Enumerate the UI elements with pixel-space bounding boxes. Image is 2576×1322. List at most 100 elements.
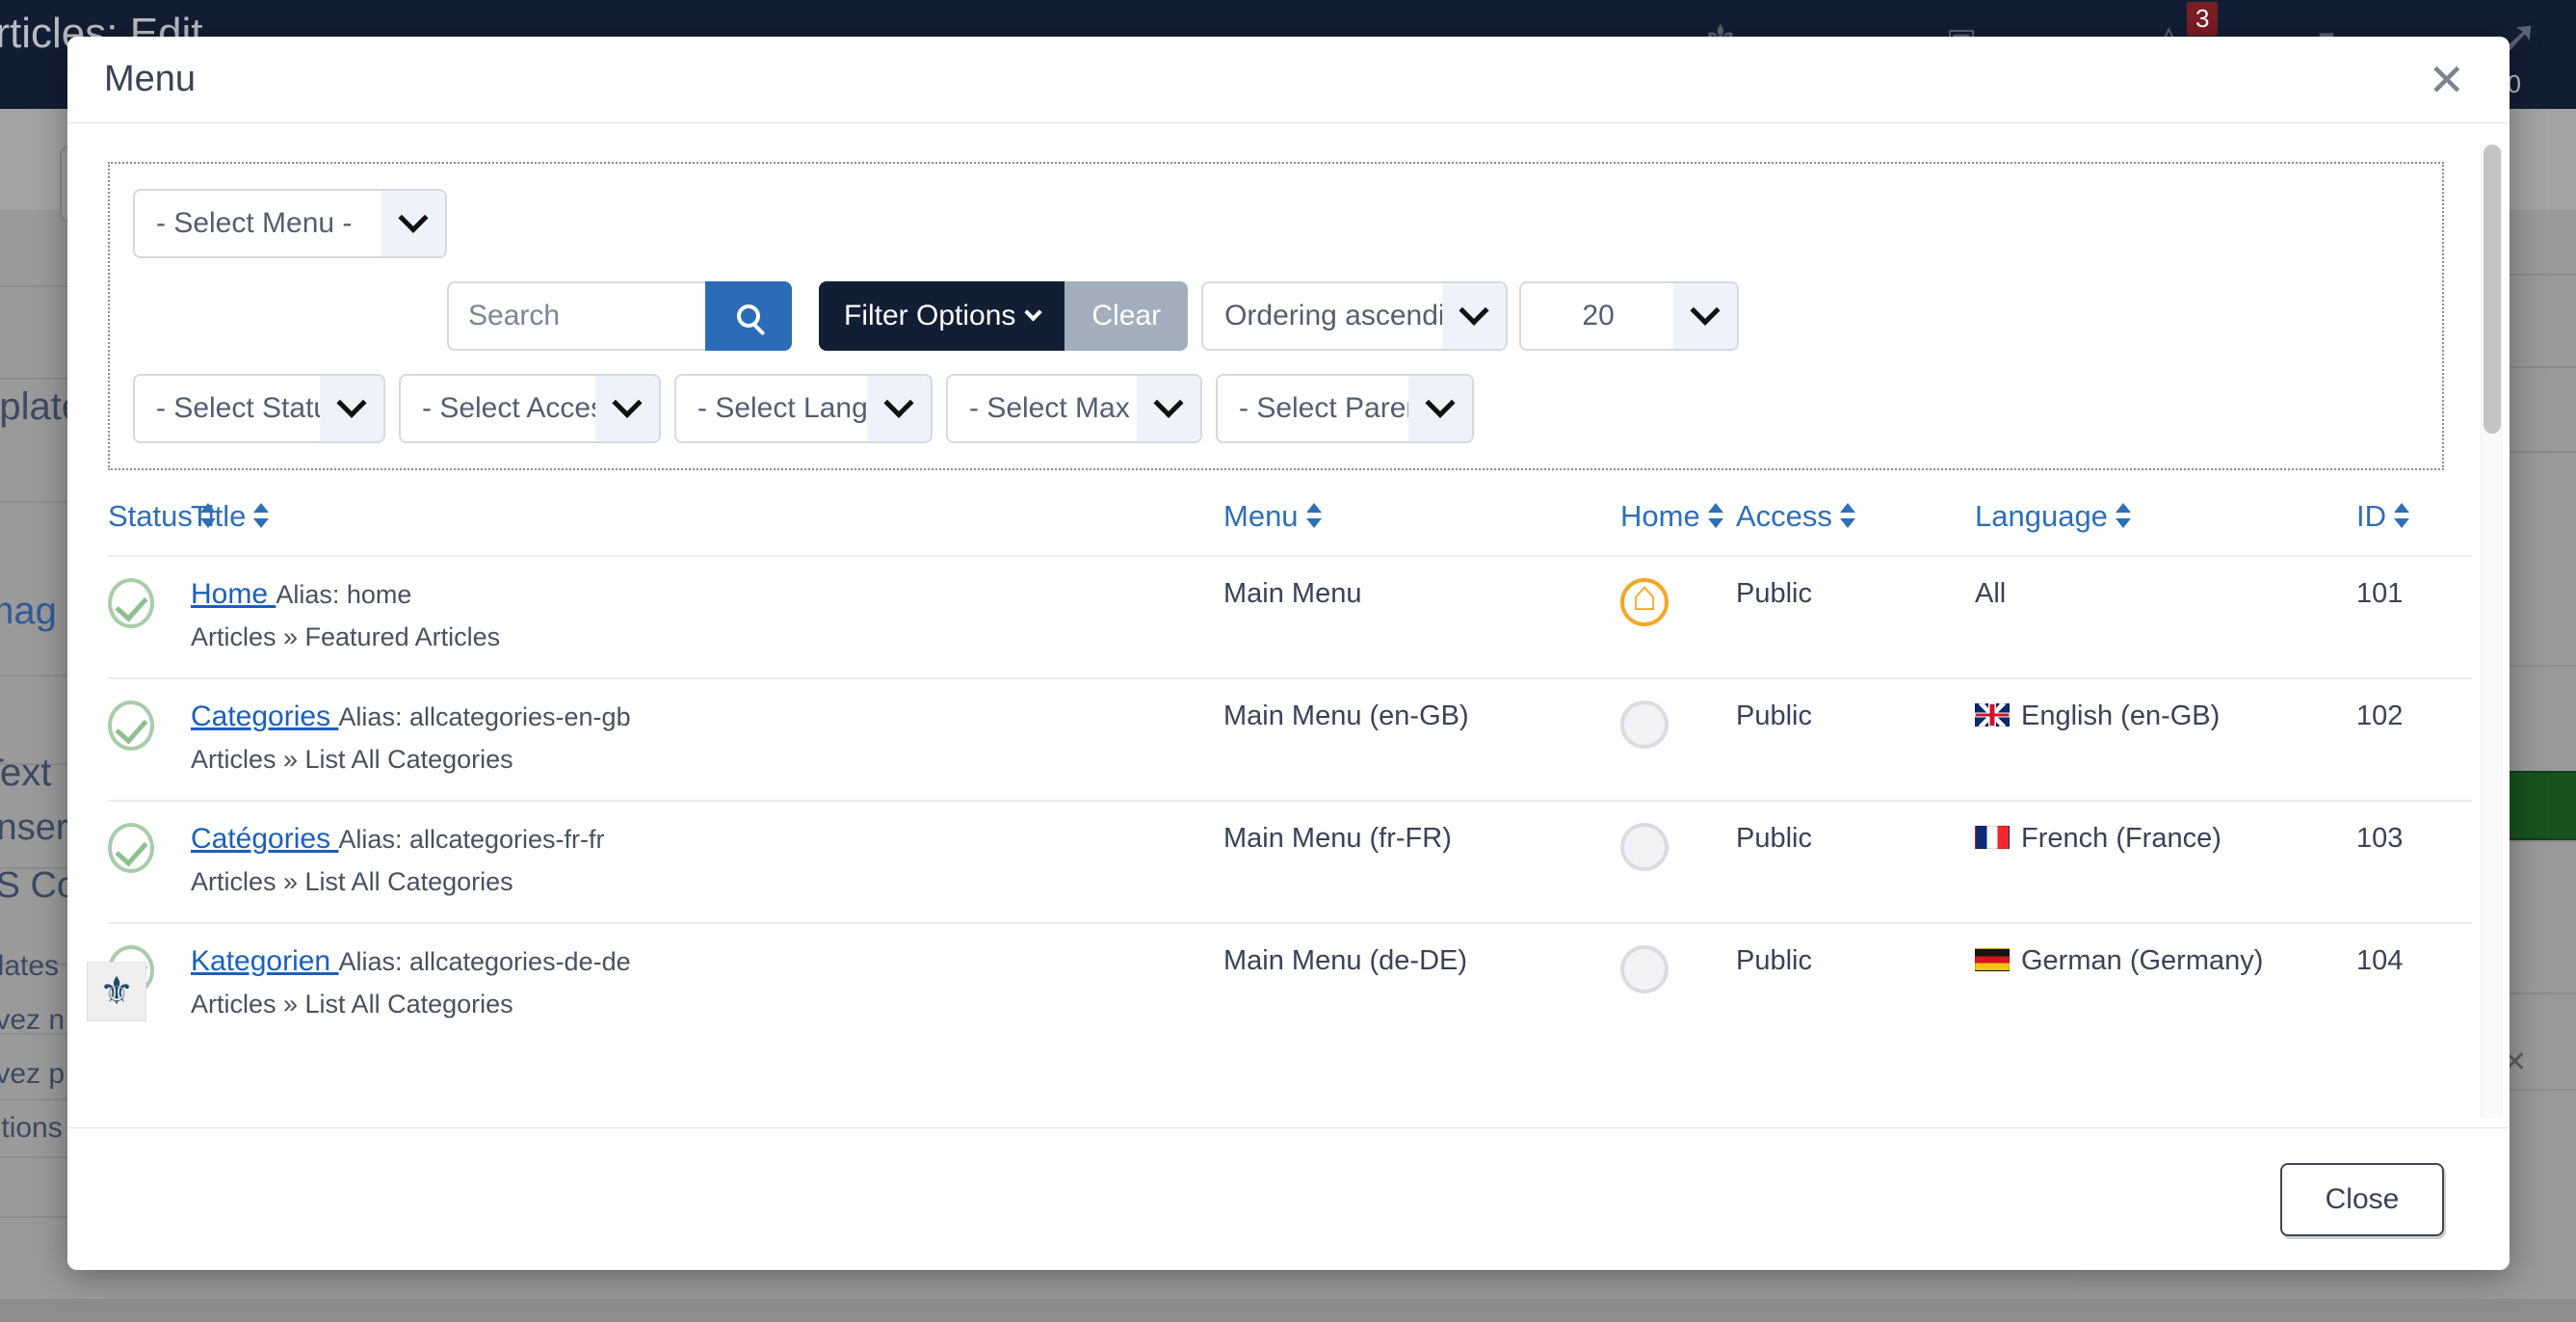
home-icon-inactive[interactable] (1620, 945, 1669, 993)
status-published-icon[interactable] (108, 578, 154, 628)
close-button[interactable]: Close (2280, 1162, 2444, 1236)
modal-body: - Select Menu - Filter Options (67, 123, 2510, 1127)
admin-bg-label-cms: MS Co (0, 865, 78, 906)
column-label: ID (2356, 499, 2386, 533)
cell-id: 101 (2356, 555, 2472, 678)
item-id: 101 (2356, 578, 2404, 609)
table-row: Categories Alias: allcategories-en-gb Art… (108, 677, 2472, 801)
admin-bg-label-text: Text (0, 752, 52, 794)
menu-item-link[interactable]: Home (191, 578, 276, 610)
chevron-down-icon (1137, 376, 1200, 441)
home-icon-active[interactable] (1620, 572, 1669, 626)
column-label: Title (191, 499, 247, 533)
parent-menu-select[interactable]: - Select Parent Menu (1216, 374, 1474, 443)
table-row: Kategorien Alias: allcategories-de-de Art… (108, 922, 2472, 1044)
home-icon-inactive[interactable] (1620, 701, 1669, 749)
modal-scrollbar-thumb[interactable] (2484, 145, 2501, 434)
sort-icon (2115, 501, 2131, 530)
status-published-icon[interactable] (108, 823, 154, 873)
menu-name: Main Menu (1223, 578, 1362, 609)
item-id: 102 (2356, 701, 2404, 731)
menu-item-path: Articles » Featured Articles (191, 622, 501, 651)
clear-button[interactable]: Clear (1065, 281, 1189, 351)
column-header-status[interactable]: Status (108, 488, 216, 556)
cell-access: Public (1736, 555, 1975, 678)
ordering-select[interactable]: Ordering ascending (1201, 281, 1509, 351)
cell-id: 102 (2356, 677, 2472, 801)
access-select[interactable]: - Select Access - (399, 374, 661, 443)
search-group (447, 281, 792, 351)
home-icon-inactive[interactable] (1620, 823, 1669, 871)
column-header-menu[interactable]: Menu (1223, 488, 1620, 556)
menu-item-link[interactable]: Kategorien (191, 945, 338, 977)
menu-item-path: Articles » List All Categories (191, 990, 513, 1018)
status-select-value: - Select Status - (156, 392, 320, 424)
modal-scrollbar[interactable] (2481, 145, 2502, 1118)
cell-menu: Main Menu (en-GB) (1223, 677, 1620, 801)
cell-status (108, 555, 191, 678)
chevron-down-icon (381, 191, 445, 256)
cell-title: Kategorien Alias: allcategories-de-de Art… (191, 922, 1223, 1044)
filter-options-button[interactable]: Filter Options (819, 281, 1065, 351)
list-limit-select[interactable]: 20 (1519, 281, 1740, 351)
max-levels-select[interactable]: - Select Max Levels (946, 374, 1202, 443)
chevron-down-icon (320, 376, 383, 441)
column-header-access[interactable]: Access (1736, 488, 1975, 556)
flag-icon-de (1975, 948, 2010, 971)
modal-header: Menu ✕ (67, 37, 2510, 123)
column-header-language[interactable]: Language (1975, 488, 2356, 556)
status-select[interactable]: - Select Status - (133, 374, 385, 443)
admin-bg-label-insert: Inser (0, 807, 68, 848)
cell-access: Public (1736, 677, 1975, 801)
language-select-value: - Select Language - (697, 392, 867, 424)
cell-language: French (France) (1975, 800, 2356, 923)
menu-select[interactable]: - Select Menu - (133, 189, 447, 258)
cell-title: Home Alias: home Articles » Featured Arti… (191, 555, 1223, 678)
column-header-home[interactable]: Home (1620, 488, 1736, 556)
status-published-icon[interactable] (108, 701, 154, 751)
close-icon[interactable]: ✕ (2422, 58, 2471, 102)
search-button[interactable] (705, 281, 792, 351)
cell-title: Catégories Alias: allcategories-fr-fr Art… (191, 800, 1223, 923)
menu-item-link[interactable]: Catégories (191, 823, 338, 855)
language-name: English (en-GB) (2021, 701, 2221, 731)
table-row: Home Alias: home Articles » Featured Arti… (108, 555, 2472, 678)
menu-item-alias: Alias: home (276, 580, 412, 609)
table-header-row: Status Title Menu Home Access Language I… (108, 488, 2472, 556)
modal-title: Menu (104, 59, 197, 99)
admin-bg-para-1: mplates (0, 950, 60, 982)
search-input[interactable] (447, 281, 705, 351)
cell-language: English (en-GB) (1975, 677, 2356, 801)
menu-name: Main Menu (de-DE) (1223, 945, 1468, 976)
cell-title: Categories Alias: allcategories-en-gb Art… (191, 677, 1223, 801)
cell-access: Public (1736, 800, 1975, 923)
sort-icon (1305, 501, 1322, 530)
cell-home (1620, 922, 1736, 1044)
column-label: Status (108, 499, 193, 533)
flag-icon-fr (1975, 826, 2010, 849)
chevron-down-icon (1442, 283, 1507, 349)
menu-item-alias: Alias: allcategories-fr-fr (338, 825, 605, 854)
parent-menu-value: - Select Parent Menu (1239, 392, 1408, 424)
menu-item-alias: Alias: allcategories-de-de (338, 947, 631, 976)
column-header-title[interactable]: Title (191, 488, 1223, 556)
joomla-watermark-icon: ⚜ (87, 962, 146, 1021)
column-header-id[interactable]: ID (2356, 488, 2472, 556)
access-level: Public (1736, 578, 1812, 609)
search-icon (737, 304, 760, 328)
sort-icon (2394, 501, 2409, 530)
ordering-select-value: Ordering ascending (1224, 300, 1442, 331)
language-select[interactable]: - Select Language - (674, 374, 933, 443)
sort-icon (253, 501, 270, 530)
access-level: Public (1736, 823, 1812, 854)
cell-access: Public (1736, 922, 1975, 1044)
column-label: Menu (1223, 499, 1299, 533)
notification-badge[interactable]: 3 (2187, 2, 2219, 36)
cell-language: All (1975, 555, 2356, 678)
sort-icon (1707, 501, 1723, 530)
menu-item-link[interactable]: Categories (191, 701, 338, 732)
access-level: Public (1736, 945, 1812, 976)
column-label: Home (1620, 499, 1700, 533)
menu-items-table: Status Title Menu Home Access Language I… (108, 488, 2472, 1044)
language-name: All (1975, 578, 2007, 609)
